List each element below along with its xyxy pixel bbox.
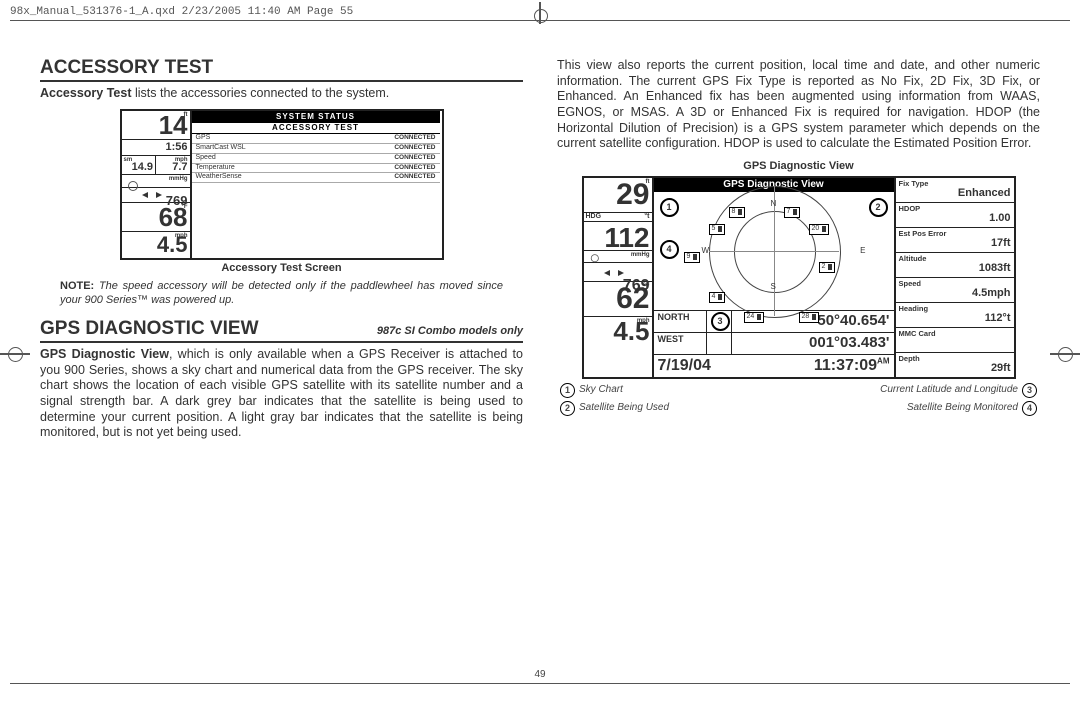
g-arrows-icon	[604, 267, 624, 277]
compass-w: W	[702, 246, 710, 256]
gps-body: GPS Diagnostic View, which is only avail…	[40, 347, 523, 441]
satellite-marker: 24	[744, 312, 765, 323]
time-value-gps: 11:37:09	[814, 357, 877, 374]
satellite-marker: 5	[709, 224, 726, 235]
heading-gps-sub: 987c SI Combo models only	[377, 325, 523, 339]
depth-value: 14	[122, 111, 190, 138]
satellite-marker: 2	[819, 262, 836, 273]
gps-info-row: Fix TypeEnhanced	[896, 178, 1014, 203]
accessory-intro-bold: Accessory Test	[40, 86, 132, 100]
legend-row2: 2Satellite Being Used Satellite Being Mo…	[560, 401, 1037, 416]
accessory-intro: Accessory Test lists the accessories con…	[40, 86, 523, 102]
satellite-marker: 9	[684, 252, 701, 263]
accessory-row: WeatherSenseCONNECTED	[192, 173, 440, 183]
unit-mmhg: mmHg	[169, 176, 188, 184]
accessory-row: SpeedCONNECTED	[192, 154, 440, 164]
satellite-marker: 8	[729, 207, 746, 218]
accessory-row: SmartCast WSLCONNECTED	[192, 144, 440, 154]
page-content: Accessory Test Accessory Test lists the …	[0, 21, 1080, 459]
gps-info-row: Altitude1083ft	[896, 253, 1014, 278]
crop-mark-left	[0, 339, 30, 369]
gps-info-row: MMC Card	[896, 328, 1014, 353]
bottom-rule	[10, 683, 1070, 684]
unit-sm: sm	[124, 157, 133, 165]
date-value: 7/19/04	[654, 355, 810, 377]
compass-n: N	[771, 199, 777, 209]
time-value: 1:56	[122, 140, 190, 156]
heading-gps-diagnostic: Gps Diagnostic View 987c SI Combo models…	[40, 317, 523, 343]
g-unit-f: °F	[643, 283, 649, 291]
west-value: 001°03.483'	[732, 333, 894, 354]
right-column: This view also reports the current posit…	[557, 56, 1040, 449]
legend-sky-chart: Sky Chart	[579, 384, 623, 397]
callout-3: 3	[711, 312, 730, 331]
g-unit-mmhg: mmHg	[631, 252, 650, 260]
heading-accessory-test: Accessory Test	[40, 56, 523, 82]
gps-diagnostic-screen: ft29 HDG°t 112 mmHg 769 °F62 mph4.5 GPS …	[582, 176, 1016, 379]
ampm: AM	[877, 356, 889, 365]
note-body: The speed accessory will be detected onl…	[60, 280, 503, 306]
callout-4: 4	[660, 240, 679, 259]
note-label: NOTE:	[60, 280, 94, 292]
crop-mark-right	[1050, 339, 1080, 369]
unit-ft: ft	[184, 112, 188, 120]
satellite-marker: 28	[799, 312, 820, 323]
gps-info-row: Depth29ft	[896, 353, 1014, 377]
legend-sat-used: Satellite Being Used	[579, 402, 669, 415]
gps-info-row: HDOP1.00	[896, 203, 1014, 228]
heading-gps-title: Gps Diagnostic View	[40, 317, 259, 341]
compass-e: E	[860, 246, 865, 256]
legend-row1: 1Sky Chart Current Latitude and Longitud…	[560, 383, 1037, 398]
legend-sat-monitored: Satellite Being Monitored	[907, 402, 1018, 415]
system-status-bar: SYSTEM STATUS	[192, 111, 440, 123]
gps-body-bold: GPS Diagnostic View	[40, 347, 169, 361]
north-label: NORTH	[654, 311, 707, 332]
unit-f: °F	[181, 204, 187, 212]
sky-chart: N S E W 1 2 4 875209242428	[654, 192, 894, 310]
west-label: WEST	[654, 333, 707, 354]
callout-2: 2	[869, 198, 888, 217]
accessory-row: TemperatureCONNECTED	[192, 164, 440, 174]
g-temp: 62	[584, 282, 652, 313]
gps-info-row: Est Pos Error17ft	[896, 228, 1014, 253]
left-column: Accessory Test Accessory Test lists the …	[40, 56, 523, 449]
legend-latlong: Current Latitude and Longitude	[880, 384, 1018, 397]
temp-value: 68	[122, 203, 190, 230]
crop-mark-top	[531, 4, 549, 22]
accessory-caption: Accessory Test Screen	[40, 262, 523, 276]
satellite-marker: 20	[809, 224, 830, 235]
unit-mph2: mph	[175, 233, 188, 241]
satellite-marker: 4	[709, 292, 726, 303]
g-unit-ft: ft	[646, 179, 650, 187]
accessory-test-bar: ACCESSORY TEST	[192, 123, 440, 134]
unit-mph: mph	[175, 157, 188, 165]
arrows-icon	[142, 189, 162, 199]
callout-1: 1	[660, 198, 679, 217]
gps-info-row: Heading112°t	[896, 303, 1014, 328]
satellite-marker: 7	[784, 207, 801, 218]
g-unit-t: °t	[644, 213, 649, 222]
g-hdg-label: HDG	[586, 213, 602, 220]
gps-caption: GPS Diagnostic View	[557, 160, 1040, 174]
gps-info-row: Speed4.5mph	[896, 278, 1014, 303]
page-number: 49	[0, 669, 1080, 680]
g-unit-mph: mph	[637, 318, 650, 326]
g-heading: 112	[584, 222, 652, 251]
compass-s: S	[771, 282, 776, 292]
g-depth: 29	[584, 178, 652, 209]
accessory-test-screen: ft14 1:56 sm14.9 mph7.7 mmHg 769 °F68 mp…	[120, 109, 444, 260]
gps-description: This view also reports the current posit…	[557, 58, 1040, 152]
note-text: NOTE: The speed accessory will be detect…	[60, 280, 503, 308]
accessory-row: GPSCONNECTED	[192, 134, 440, 144]
accessory-intro-rest: lists the accessories connected to the s…	[132, 86, 390, 100]
